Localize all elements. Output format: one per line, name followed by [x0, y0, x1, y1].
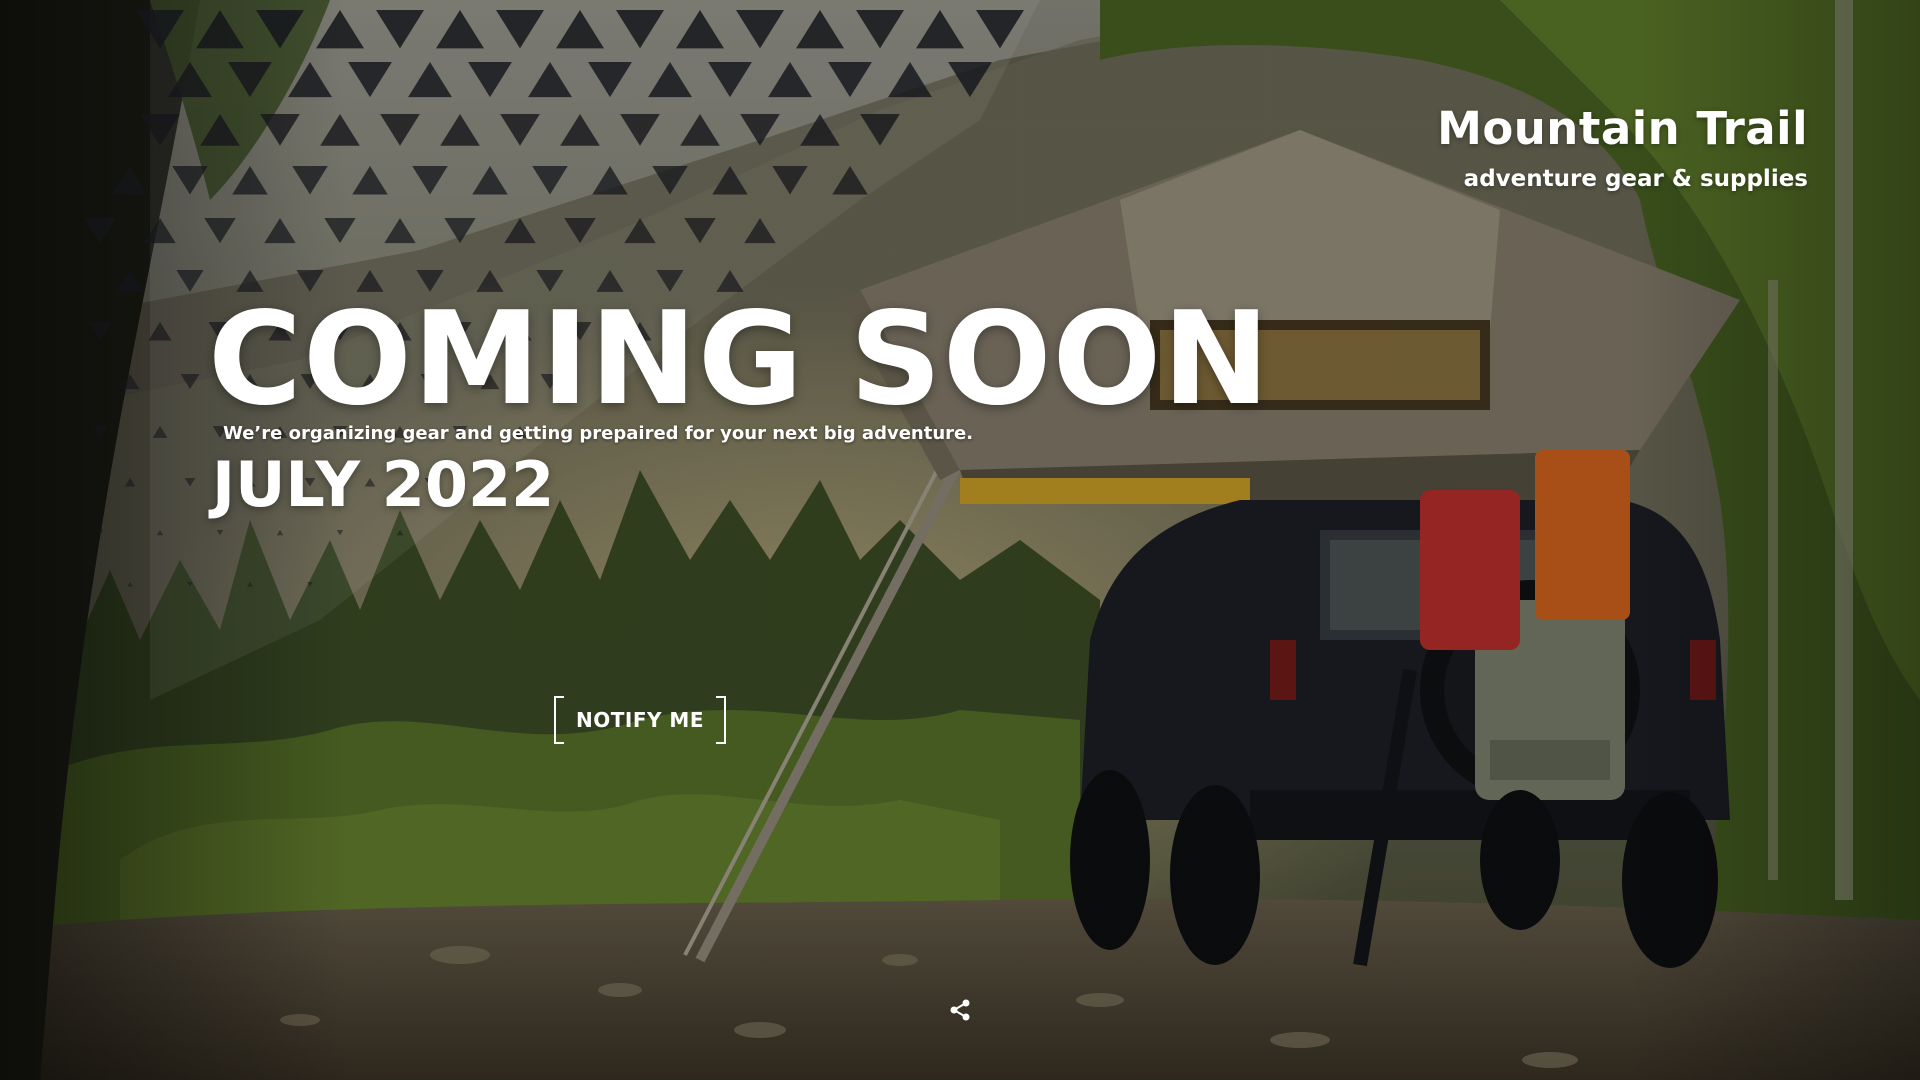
- pattern-triangle: [96, 530, 104, 536]
- brand-block: Mountain Trail adventure gear & supplies: [1437, 100, 1808, 194]
- share-icon: [950, 999, 970, 1021]
- brand-tagline: adventure gear & supplies: [1463, 166, 1808, 192]
- notify-me-label: NOTIFY ME: [576, 708, 704, 732]
- pattern-triangle: [112, 166, 148, 195]
- bracket-right-decoration: [716, 696, 726, 744]
- hero-subline: We’re organizing gear and getting prepai…: [223, 423, 974, 444]
- launch-date: JULY 2022: [212, 448, 555, 521]
- pattern-triangle: [116, 270, 144, 292]
- pattern-triangle: [92, 426, 108, 438]
- notify-me-button[interactable]: NOTIFY ME: [554, 696, 726, 744]
- coming-soon-page: Mountain Trail adventure gear & supplies…: [0, 0, 1920, 1080]
- brand-name: Mountain Trail: [1437, 102, 1808, 155]
- bracket-left-decoration: [554, 696, 564, 744]
- coming-soon-headline: COMING SOON: [208, 285, 1271, 434]
- share-button[interactable]: [946, 996, 974, 1024]
- pattern-triangle: [124, 478, 136, 487]
- pattern-triangle: [127, 582, 133, 587]
- pattern-triangle: [88, 322, 112, 341]
- pattern-triangle: [84, 218, 116, 244]
- pattern-triangle: [120, 374, 140, 390]
